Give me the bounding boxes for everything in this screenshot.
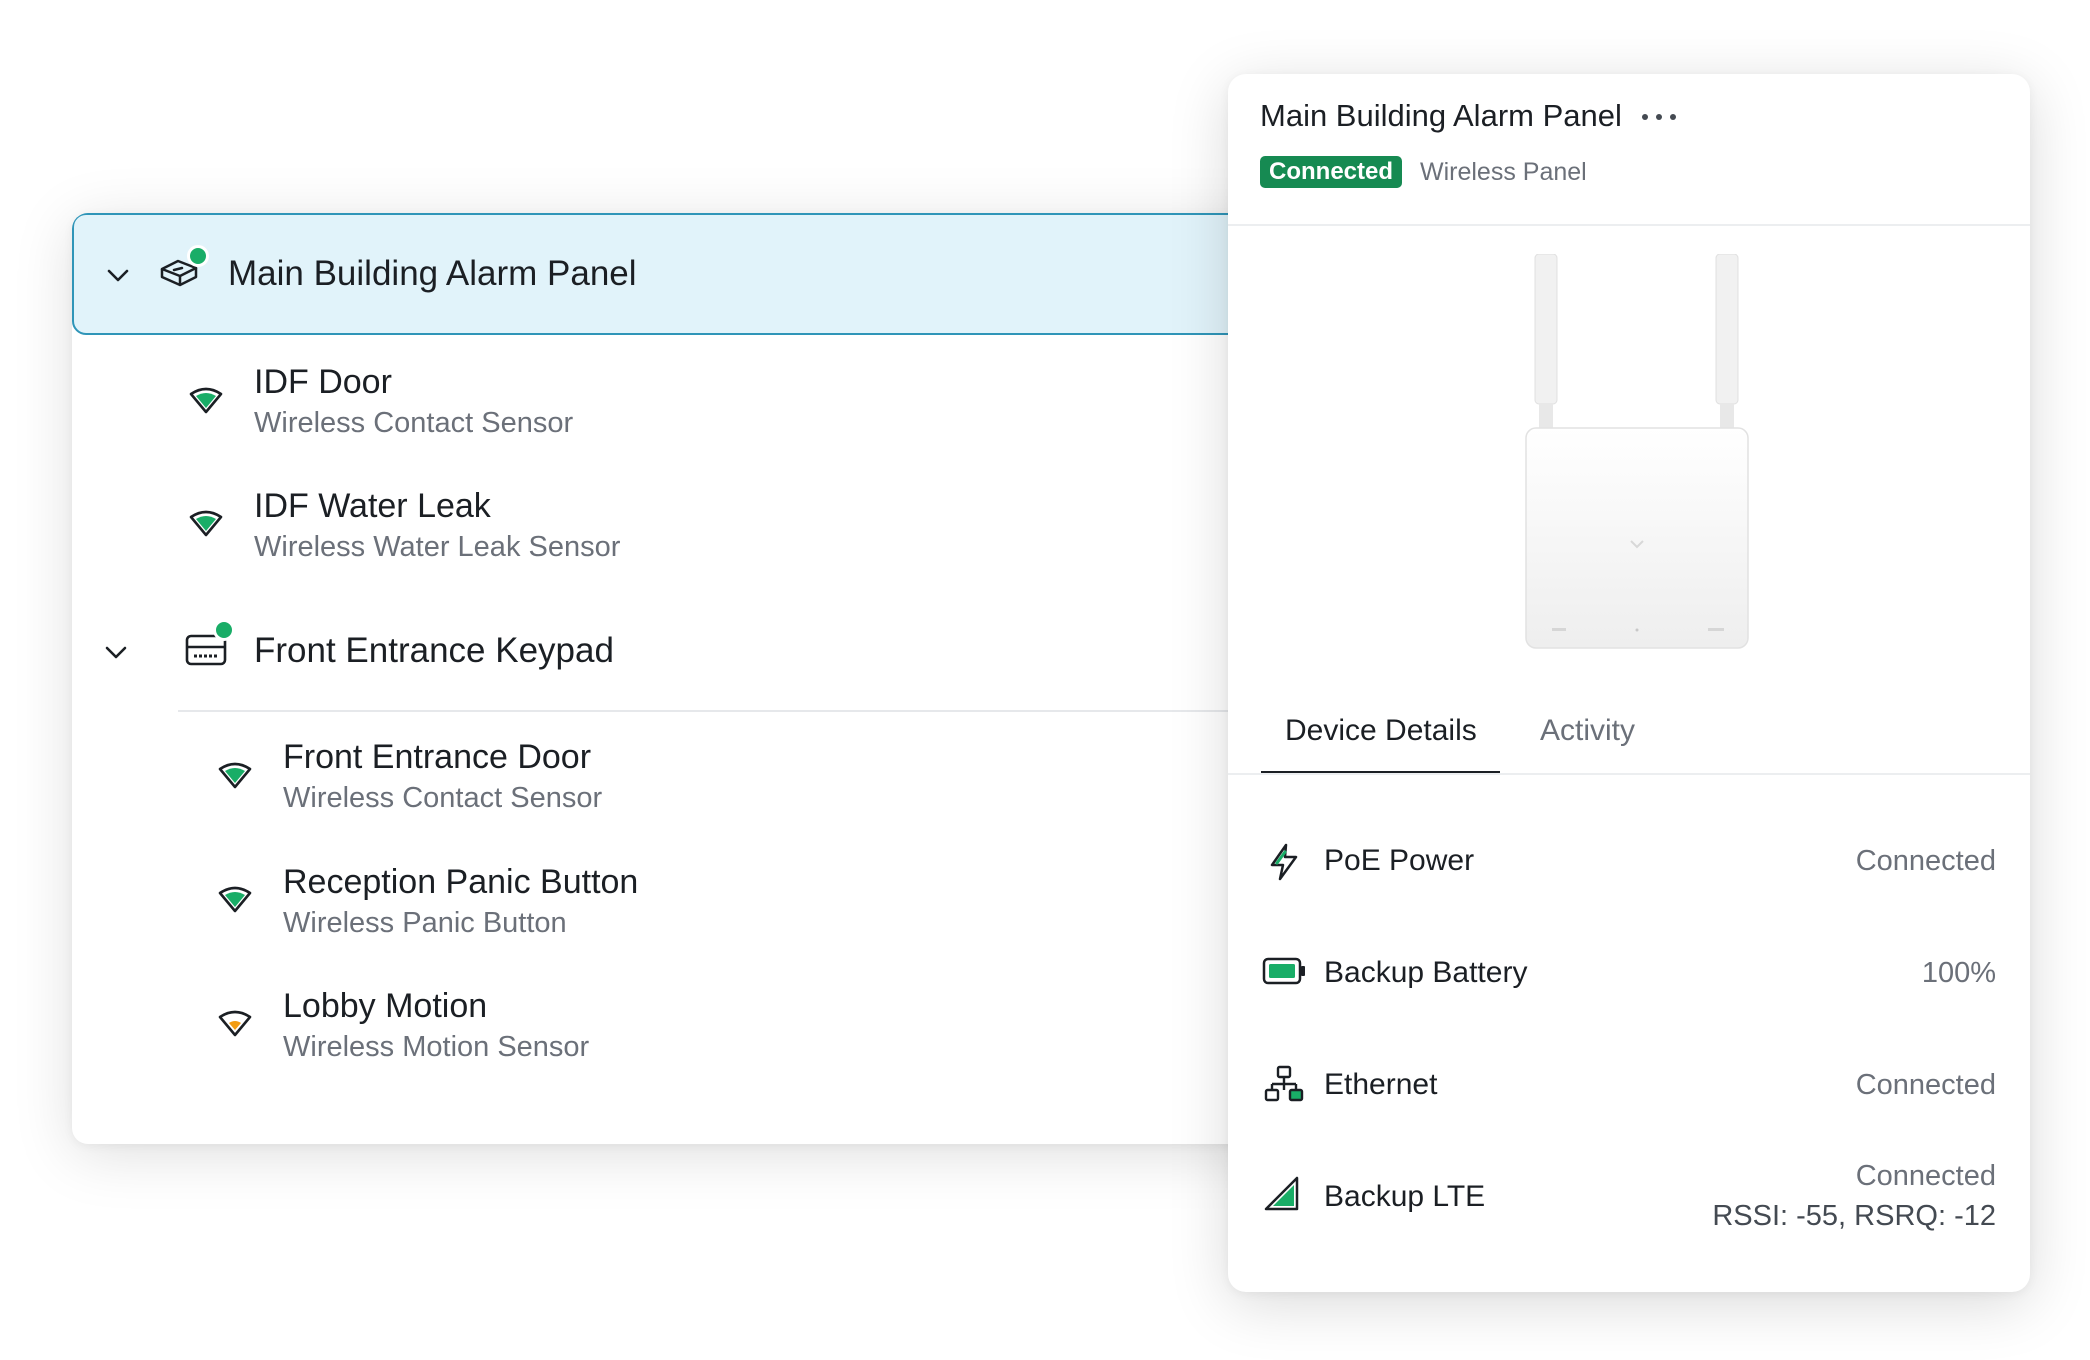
wireless-signal-icon	[189, 387, 223, 414]
cellular-icon	[1264, 1176, 1299, 1211]
ethernet-icon	[1264, 1065, 1304, 1102]
header-divider	[1228, 224, 2030, 226]
wireless-signal-icon	[189, 510, 223, 537]
device-type: Wireless Panic Button	[283, 907, 567, 939]
property-label: Backup Battery	[1324, 956, 1528, 989]
chevron-down-icon[interactable]	[104, 262, 132, 290]
wireless-signal-icon	[218, 762, 252, 789]
tabs-divider	[1228, 773, 2030, 775]
device-product-image	[1525, 254, 1749, 649]
lightning-icon	[1270, 843, 1298, 881]
tree-row-label: Main Building Alarm Panel	[228, 254, 637, 293]
property-label: Backup LTE	[1324, 1180, 1486, 1213]
device-name[interactable]: Lobby Motion	[283, 987, 487, 1026]
device-type: Wireless Motion Sensor	[283, 1031, 590, 1063]
divider	[178, 710, 1312, 712]
device-name[interactable]: IDF Door	[254, 363, 392, 402]
device-type: Wireless Contact Sensor	[254, 407, 574, 439]
property-label: PoE Power	[1324, 844, 1475, 877]
battery-icon	[1262, 957, 1305, 985]
device-details-card: Main Building Alarm Panel Connected Wire…	[1228, 74, 2030, 1292]
status-badge: Connected	[1260, 156, 1403, 188]
tab-activity[interactable]: Activity	[1540, 714, 1635, 748]
device-name[interactable]: Reception Panic Button	[283, 863, 638, 902]
chevron-down-icon[interactable]	[102, 639, 130, 667]
device-tree-card: Main Building Alarm Panel IDF Door Wirel…	[72, 213, 1312, 1144]
tab-device-details[interactable]: Device Details	[1285, 714, 1477, 748]
property-value: Connected	[1855, 1160, 1996, 1192]
tree-row-label[interactable]: Front Entrance Keypad	[254, 631, 614, 671]
property-value: Connected	[1855, 845, 1996, 877]
device-type-label: Wireless Panel	[1420, 158, 1587, 186]
property-value: Connected	[1855, 1069, 1996, 1101]
online-status-dot	[187, 245, 209, 267]
more-options-icon[interactable]	[1640, 102, 1680, 132]
details-title: Main Building Alarm Panel	[1260, 98, 1622, 133]
property-label: Ethernet	[1324, 1068, 1438, 1101]
device-type: Wireless Contact Sensor	[283, 782, 603, 814]
online-status-dot	[213, 619, 235, 641]
wireless-signal-icon	[218, 886, 252, 913]
device-name[interactable]: IDF Water Leak	[254, 487, 491, 526]
device-name[interactable]: Front Entrance Door	[283, 738, 591, 777]
lte-signal-detail: RSSI: -55, RSRQ: -12	[1712, 1200, 1996, 1232]
property-value: 100%	[1921, 957, 1996, 989]
device-type: Wireless Water Leak Sensor	[254, 531, 621, 563]
wireless-signal-icon	[218, 1010, 252, 1037]
tree-row-main-building-alarm-panel[interactable]: Main Building Alarm Panel	[72, 213, 1312, 335]
